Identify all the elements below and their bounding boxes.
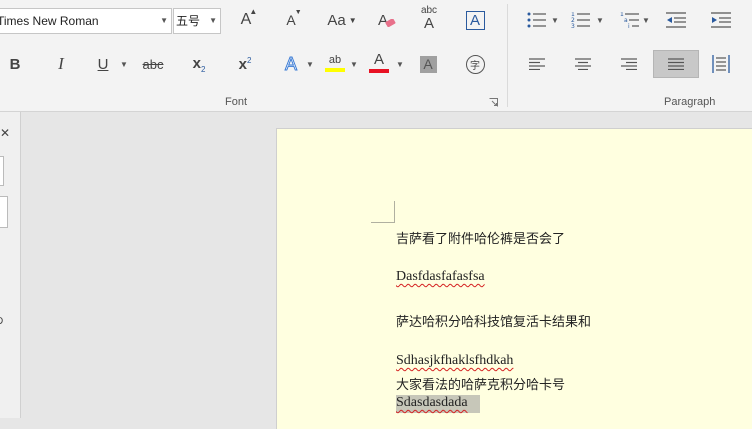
align-right-icon: [621, 58, 637, 70]
chevron-down-icon[interactable]: ▼: [596, 16, 604, 25]
strikethrough-label: abc: [142, 56, 164, 72]
paragraph-line[interactable]: Sdhasjkfhaklsfhdkah: [396, 353, 513, 369]
paragraph-text: Sdasdasdada: [396, 395, 468, 410]
grow-font-button[interactable]: A ▲: [231, 7, 261, 33]
paragraph-line[interactable]: Sdasdasdada: [396, 395, 480, 413]
superscript-icon: x2: [238, 55, 252, 73]
change-case-label: Aa: [327, 11, 346, 29]
font-size-value: 五号: [176, 14, 201, 28]
multilevel-list-icon: 1ai: [620, 12, 639, 28]
character-shading-button[interactable]: A: [413, 51, 443, 77]
document-page[interactable]: 吉萨看了附件哈伦裤是否会了 Dasfdasfafasfsa 萨达哈积分哈科技馆复活卡…: [276, 128, 752, 429]
chevron-down-icon[interactable]: ▼: [160, 9, 168, 33]
svg-text:3: 3: [571, 23, 575, 28]
chevron-down-icon[interactable]: ▼: [551, 16, 559, 25]
paragraph-line[interactable]: 萨达哈积分哈科技馆复活卡结果和: [396, 311, 591, 330]
group-divider: [507, 4, 508, 107]
chevron-down-icon[interactable]: ▼: [209, 9, 217, 33]
bullets-button[interactable]: [522, 7, 552, 33]
underline-button[interactable]: U: [88, 51, 118, 77]
distributed-icon: [712, 55, 730, 73]
grow-font-icon: A ▲: [240, 7, 258, 28]
navigation-pane: ✕ D: [0, 112, 21, 418]
font-size-combobox[interactable]: 五号 ▼: [173, 8, 221, 34]
clear-formatting-button[interactable]: A: [368, 7, 398, 33]
font-color-button[interactable]: A: [364, 50, 394, 76]
numbering-button[interactable]: 123: [566, 7, 596, 33]
decrease-indent-button[interactable]: [661, 7, 691, 33]
text-effects-button[interactable]: A: [276, 51, 306, 77]
font-name-value: Times New Roman: [0, 14, 99, 28]
paragraph-text: 吉萨看了附件哈伦裤是否会了: [396, 232, 566, 247]
increase-indent-button[interactable]: [706, 7, 736, 33]
chevron-down-icon[interactable]: ▼: [306, 60, 314, 69]
align-left-icon: [529, 58, 545, 70]
justify-button[interactable]: [653, 50, 699, 78]
paragraph-line[interactable]: Dasfdasfafasfsa: [396, 269, 485, 285]
paragraph-line[interactable]: 大家看法的哈萨克积分哈卡号: [396, 374, 565, 393]
ribbon: Times New Roman ▼ 五号 ▼ A ▲ A ▼ Aa ▼ A abc …: [0, 0, 752, 112]
align-left-button[interactable]: [522, 51, 552, 77]
justify-icon: [668, 58, 684, 70]
multilevel-list-button[interactable]: 1ai: [615, 7, 645, 33]
svg-text:i: i: [628, 23, 630, 28]
chevron-down-icon[interactable]: ▼: [642, 16, 650, 25]
shrink-font-icon: A ▼: [286, 9, 302, 28]
paragraph-line[interactable]: 吉萨看了附件哈伦裤是否会了: [396, 228, 565, 247]
numbering-icon: 123: [571, 12, 590, 28]
pane-side-mark: D: [0, 316, 3, 327]
character-border-button[interactable]: A: [460, 7, 490, 33]
chevron-down-icon: ▼: [348, 15, 357, 25]
align-center-button[interactable]: [568, 51, 598, 77]
pane-control[interactable]: [0, 196, 8, 228]
font-color-icon: A: [369, 52, 389, 73]
text-effects-icon: A: [284, 53, 297, 74]
bold-label: B: [9, 55, 21, 73]
subscript-button[interactable]: x2: [184, 51, 214, 77]
enclose-characters-icon: 字: [465, 54, 485, 74]
character-border-icon: A: [465, 10, 485, 30]
strikethrough-button[interactable]: abc: [138, 51, 168, 77]
phonetic-guide-button[interactable]: abc A: [414, 5, 444, 31]
margin-corner-mark: [371, 201, 395, 223]
paragraph-text: 萨达哈积分哈科技馆复活卡结果和: [396, 315, 592, 330]
increase-indent-icon: [711, 12, 731, 28]
chevron-down-icon[interactable]: ▼: [120, 60, 128, 69]
font-name-combobox[interactable]: Times New Roman ▼: [0, 8, 172, 34]
highlight-icon: ab: [325, 54, 345, 72]
chevron-down-icon[interactable]: ▼: [350, 60, 358, 69]
bold-button[interactable]: B: [0, 51, 30, 77]
decrease-indent-icon: [666, 12, 686, 28]
align-right-button[interactable]: [614, 51, 644, 77]
paragraph-text: Sdhasjkfhaklsfhdkah: [396, 353, 514, 368]
text-highlight-button[interactable]: ab: [320, 50, 350, 76]
paragraph-text: Dasfdasfafasfsa: [396, 269, 485, 284]
distributed-button[interactable]: [706, 51, 736, 77]
underline-label: U: [97, 55, 109, 73]
clear-formatting-icon: A: [378, 12, 396, 29]
dialog-launcher-icon[interactable]: [489, 98, 498, 107]
character-shading-icon: A: [419, 55, 437, 73]
italic-button[interactable]: I: [46, 51, 76, 77]
paragraph-text: 大家看法的哈萨克积分哈卡号: [396, 378, 566, 393]
bullets-icon: [527, 12, 546, 28]
paragraph-group-label: Paragraph: [664, 96, 716, 108]
chevron-down-icon[interactable]: ▼: [396, 60, 404, 69]
shrink-font-button[interactable]: A ▼: [276, 7, 306, 33]
change-case-button[interactable]: Aa ▼: [324, 7, 360, 33]
close-icon[interactable]: ✕: [0, 126, 10, 140]
align-center-icon: [575, 58, 591, 70]
superscript-button[interactable]: x2: [230, 51, 260, 77]
font-group-label: Font: [225, 96, 248, 108]
phonetic-guide-icon: abc A: [420, 4, 438, 32]
enclose-characters-button[interactable]: 字: [460, 51, 490, 77]
italic-label: I: [58, 54, 64, 73]
subscript-icon: x2: [192, 54, 206, 74]
pane-search-box[interactable]: [0, 156, 4, 186]
